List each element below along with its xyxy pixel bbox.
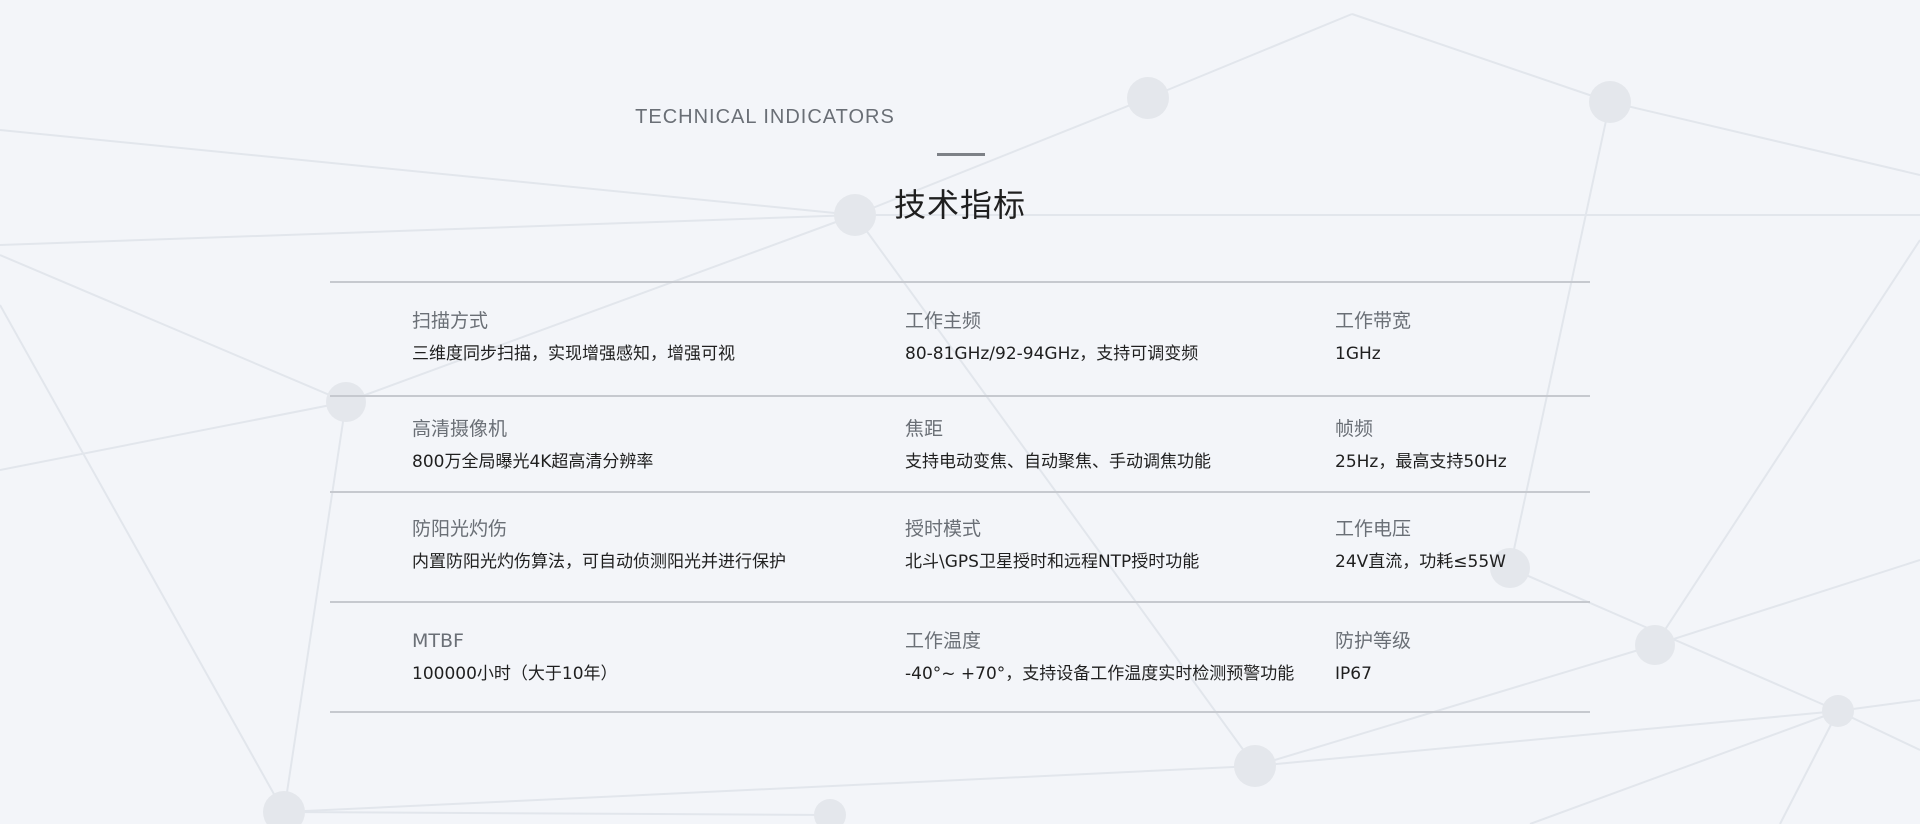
spec-item-timing-mode: 授时模式 北斗\GPS卫星授时和远程NTP授时功能 [905, 517, 1199, 573]
spec-value: 24V直流，功耗≤55W [1335, 552, 1506, 572]
section-subtitle-en: TECHNICAL INDICATORS [635, 106, 895, 128]
spec-row: 高清摄像机 800万全局曝光4K超高清分辨率 焦距 支持电动变焦、自动聚焦、手动… [330, 397, 1590, 493]
spec-row: 扫描方式 三维度同步扫描，实现增强感知，增强可视 工作主频 80-81GHz/9… [330, 283, 1590, 397]
spec-row: 防阳光灼伤 内置防阳光灼伤算法，可自动侦测阳光并进行保护 授时模式 北斗\GPS… [330, 493, 1590, 603]
spec-label: 防护等级 [1335, 630, 1412, 652]
spec-row: MTBF 100000小时（大于10年） 工作温度 -40°~ +70°，支持设… [330, 603, 1590, 713]
spec-value: 100000小时（大于10年） [412, 664, 618, 684]
spec-label: 帧频 [1335, 418, 1374, 440]
spec-value: 80-81GHz/92-94GHz，支持可调变频 [905, 344, 1199, 364]
spec-item-focus: 焦距 支持电动变焦、自动聚焦、手动调焦功能 [905, 417, 1211, 473]
title-divider [937, 153, 985, 156]
spec-item-temperature: 工作温度 -40°~ +70°，支持设备工作温度实时检测预警功能 [905, 629, 1294, 685]
spec-value: 三维度同步扫描，实现增强感知，增强可视 [412, 344, 735, 364]
spec-value: -40°~ +70°，支持设备工作温度实时检测预警功能 [905, 664, 1295, 684]
spec-label: 防阳光灼伤 [412, 518, 508, 540]
spec-label: 扫描方式 [412, 310, 489, 332]
spec-value: 支持电动变焦、自动聚焦、手动调焦功能 [905, 452, 1211, 472]
spec-value: 北斗\GPS卫星授时和远程NTP授时功能 [905, 552, 1200, 572]
spec-item-voltage: 工作电压 24V直流，功耗≤55W [1335, 517, 1506, 573]
spec-item-protection-level: 防护等级 IP67 [1335, 629, 1411, 685]
spec-value: 800万全局曝光4K超高清分辨率 [412, 452, 654, 472]
technical-indicators-section: TECHNICAL INDICATORS 技术指标 扫描方式 三维度同步扫描，实… [0, 0, 1920, 824]
spec-label: 工作温度 [905, 630, 982, 652]
spec-item-scan-mode: 扫描方式 三维度同步扫描，实现增强感知，增强可视 [412, 309, 735, 365]
spec-label: 工作带宽 [1335, 310, 1412, 332]
spec-label: 工作电压 [1335, 518, 1412, 540]
spec-value: IP67 [1335, 664, 1372, 684]
spec-label: 高清摄像机 [412, 418, 508, 440]
spec-value: 1GHz [1335, 344, 1381, 364]
spec-label: 工作主频 [905, 310, 982, 332]
section-title: 技术指标 [893, 186, 1026, 224]
spec-value: 内置防阳光灼伤算法，可自动侦测阳光并进行保护 [412, 552, 786, 572]
spec-label: 焦距 [905, 418, 944, 440]
spec-item-bandwidth: 工作带宽 1GHz [1335, 309, 1411, 365]
spec-value: 25Hz，最高支持50Hz [1335, 452, 1507, 472]
spec-item-frequency: 工作主频 80-81GHz/92-94GHz，支持可调变频 [905, 309, 1198, 365]
spec-item-sun-protection: 防阳光灼伤 内置防阳光灼伤算法，可自动侦测阳光并进行保护 [412, 517, 786, 573]
spec-item-camera: 高清摄像机 800万全局曝光4K超高清分辨率 [412, 417, 653, 473]
spec-label: MTBF [412, 630, 464, 652]
spec-label: 授时模式 [905, 518, 982, 540]
spec-item-mtbf: MTBF 100000小时（大于10年） [412, 629, 618, 685]
spec-table: 扫描方式 三维度同步扫描，实现增强感知，增强可视 工作主频 80-81GHz/9… [330, 281, 1590, 713]
spec-item-frame-rate: 帧频 25Hz，最高支持50Hz [1335, 417, 1507, 473]
